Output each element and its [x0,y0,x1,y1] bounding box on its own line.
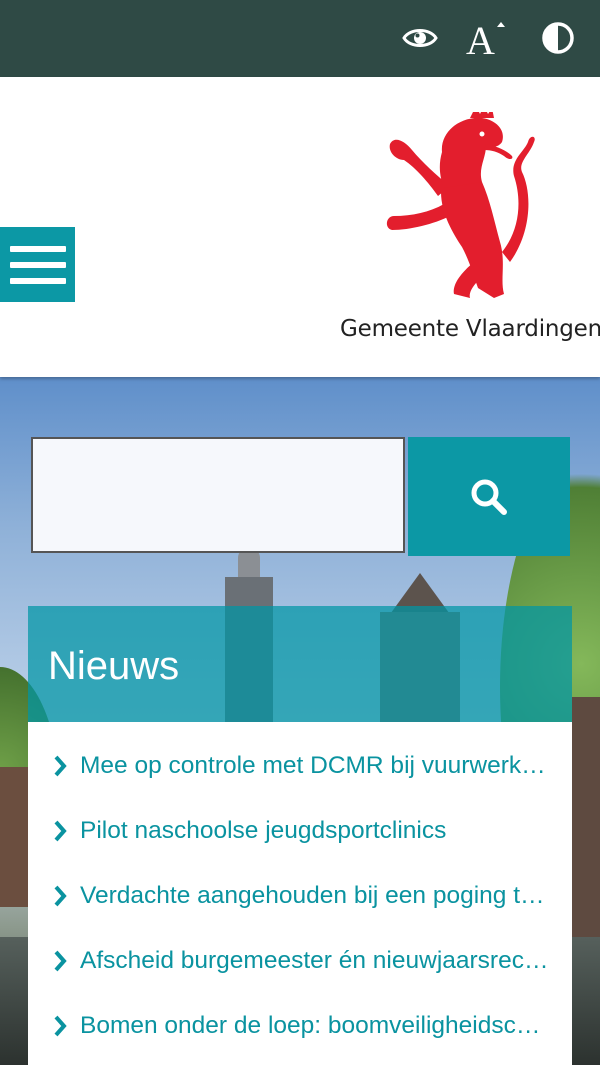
chevron-right-icon [52,884,74,908]
logo[interactable]: Gemeente Vlaardingen [340,112,600,347]
news-item[interactable]: Verdachte aangehouden bij een poging tot… [52,876,552,916]
news-item[interactable]: Mee op controle met DCMR bij vuurwerkver… [52,746,552,786]
eye-icon[interactable] [398,16,442,60]
news-header: Nieuws [28,606,572,722]
site-header: Gemeente Vlaardingen [0,77,600,377]
logo-text: Gemeente Vlaardingen [340,316,600,342]
contrast-icon[interactable] [536,16,580,60]
chevron-right-icon [52,1014,74,1038]
menu-button[interactable] [0,227,75,302]
news-link[interactable]: Mee op controle met DCMR bij vuurwerkver… [74,752,552,780]
accessibility-bar: A [0,0,600,77]
svg-text:A: A [466,18,495,58]
news-link[interactable]: Verdachte aangehouden bij een poging tot… [74,882,552,910]
chevron-right-icon [52,949,74,973]
search-input[interactable] [31,437,405,553]
lion-icon [386,112,535,298]
chevron-right-icon [52,819,74,843]
search-button[interactable] [408,437,570,556]
news-item[interactable]: Pilot naschoolse jeugdsportclinics [52,811,552,851]
news-panel: Mee op controle met DCMR bij vuurwerkver… [28,722,572,1065]
text-size-icon[interactable]: A [464,16,508,60]
news-link[interactable]: Bomen onder de loep: boomveiligheidscont… [74,1012,552,1040]
hero-section: Nieuws Mee op controle met DCMR bij vuur… [0,377,600,1065]
chevron-right-icon [52,754,74,778]
brick-building [0,767,30,907]
hamburger-icon [9,245,66,252]
search-icon [471,479,507,515]
news-link[interactable]: Afscheid burgemeester én nieuwjaarsrecep… [74,947,552,975]
news-item[interactable]: Afscheid burgemeester én nieuwjaarsrecep… [52,941,552,981]
brick-building [572,697,600,947]
news-item[interactable]: Bomen onder de loep: boomveiligheidscont… [52,1006,552,1046]
news-link[interactable]: Pilot naschoolse jeugdsportclinics [74,817,446,845]
news-title: Nieuws [48,644,180,688]
